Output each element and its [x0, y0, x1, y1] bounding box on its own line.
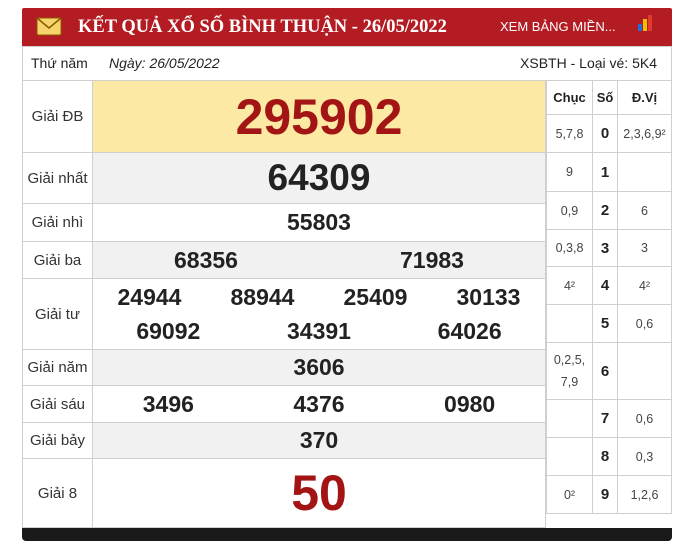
loto-table: Chục Số Đ.Vị 5,7,8 0 2,3,6,9² 9 1 0,9 2 … [546, 81, 672, 514]
loto-row: 5 0,6 [547, 305, 671, 343]
prize-row-7: Giải bảy 370 [23, 423, 545, 459]
prize-row-3: Giải ba 68356 71983 [23, 242, 545, 279]
loto-so: 4 [593, 267, 618, 304]
loto-dvi: 2,3,6,9² [623, 126, 666, 141]
loto-dvi: 6 [641, 203, 648, 218]
prize-number: 64309 [267, 157, 371, 198]
loto-dvi: 4² [638, 278, 651, 293]
prize-number: 88944 [230, 284, 295, 310]
ticket-code: XSBTH - Loại vé: 5K4 [520, 55, 657, 71]
draw-date: Ngày: 26/05/2022 [109, 55, 220, 71]
prize-number: 71983 [400, 246, 464, 273]
loto-chuc: 4² [547, 267, 593, 304]
loto-chuc: 0,3,8 [547, 230, 593, 266]
prize-row-4: Giải tư 24944 88944 25409 30133 69092 34… [23, 279, 545, 350]
prize-number: 68356 [174, 246, 238, 273]
results-frame: KẾT QUẢ XỔ SỐ BÌNH THUẬN - 26/05/2022 XE… [22, 8, 672, 541]
loto-row: 9 1 [547, 153, 671, 192]
loto-row: 0,9 2 6 [547, 192, 671, 230]
header-bar: KẾT QUẢ XỔ SỐ BÌNH THUẬN - 26/05/2022 XE… [22, 8, 672, 46]
prize-number: 24944 [117, 284, 182, 310]
loto-so: 2 [593, 192, 618, 229]
loto-chuc: 0,9 [547, 192, 593, 229]
prize-table: Giải ĐB 295902 Giải nhất 64309 Giải nhì … [22, 81, 546, 528]
loto-so: 1 [593, 153, 618, 191]
page-title: KẾT QUẢ XỔ SỐ BÌNH THUẬN - 26/05/2022 [78, 17, 447, 37]
loto-chuc: 5,7,8 [547, 115, 593, 152]
prize-number: 30133 [456, 284, 521, 310]
prize-label: Giải tư [23, 279, 93, 349]
prize-label: Giải ba [23, 242, 93, 278]
loto-chuc [547, 305, 593, 342]
prize-number: 50 [291, 465, 347, 521]
mail-icon [36, 17, 62, 36]
prize-label: Giải 8 [23, 459, 93, 527]
prize-number: 55803 [287, 209, 351, 235]
loto-dvi: 0,6 [635, 316, 654, 331]
prize-number: 4376 [293, 390, 345, 417]
loto-header-dvi: Đ.Vị [631, 90, 658, 105]
prize-number: 25409 [343, 284, 408, 310]
loto-dvi: 1,2,6 [630, 487, 659, 502]
prize-number: 0980 [444, 390, 496, 417]
prize-row-5: Giải năm 3606 [23, 350, 545, 386]
loto-dvi [618, 153, 671, 191]
bottom-bar [22, 528, 672, 541]
loto-chuc [547, 438, 593, 475]
prize-label: Giải ĐB [23, 81, 93, 152]
loto-dvi: 0,3 [635, 449, 654, 464]
bar-chart-icon[interactable] [638, 13, 656, 31]
loto-dvi [618, 343, 671, 399]
loto-so: 9 [593, 476, 618, 513]
loto-row: 0² 9 1,2,6 [547, 476, 671, 514]
loto-so: 7 [593, 400, 618, 437]
prize-label: Giải nhất [23, 153, 93, 203]
prize-number: 3606 [293, 354, 345, 380]
prize-number: 34391 [287, 318, 351, 344]
loto-chuc: 0,2,5,7,9 [547, 343, 593, 399]
prize-label: Giải năm [23, 350, 93, 385]
loto-header-so: Số [593, 81, 618, 114]
prize-row-2: Giải nhì 55803 [23, 204, 545, 242]
prize-number: 69092 [136, 318, 201, 344]
prize-number: 295902 [235, 88, 403, 145]
loto-chuc: 0² [547, 476, 593, 513]
prize-label: Giải nhì [23, 204, 93, 241]
loto-dvi: 3 [641, 241, 648, 255]
loto-row: 8 0,3 [547, 438, 671, 476]
loto-so: 6 [593, 343, 618, 399]
loto-dvi: 0,6 [635, 411, 654, 426]
loto-row: 7 0,6 [547, 400, 671, 438]
prize-number: 64026 [437, 318, 502, 344]
loto-header-chuc: Chục [547, 81, 593, 114]
prize-label: Giải sáu [23, 386, 93, 422]
prize-row-8: Giải 8 50 [23, 459, 545, 528]
prize-row-6: Giải sáu 3496 4376 0980 [23, 386, 545, 423]
weekday-label: Thứ năm [31, 55, 88, 71]
loto-chuc: 9 [547, 153, 593, 191]
prize-number: 370 [299, 427, 339, 453]
prize-label: Giải bảy [23, 423, 93, 458]
loto-row: 0,3,8 3 3 [547, 230, 671, 267]
loto-row: 5,7,8 0 2,3,6,9² [547, 115, 671, 153]
loto-so: 8 [593, 438, 618, 475]
loto-so: 3 [593, 230, 618, 266]
loto-so: 5 [593, 305, 618, 342]
loto-row: 0,2,5,7,9 6 [547, 343, 671, 400]
prize-row-special: Giải ĐB 295902 [23, 81, 545, 153]
loto-header-row: Chục Số Đ.Vị [547, 81, 671, 115]
meta-bar: Thứ năm Ngày: 26/05/2022 XSBTH - Loại vé… [22, 46, 672, 81]
loto-row: 4² 4 4² [547, 267, 671, 305]
view-table-link[interactable]: XEM BẢNG MIỀN... [500, 8, 630, 46]
loto-chuc [547, 400, 593, 437]
prize-row-1: Giải nhất 64309 [23, 153, 545, 204]
loto-so: 0 [593, 115, 618, 152]
prize-number: 3496 [142, 390, 194, 417]
